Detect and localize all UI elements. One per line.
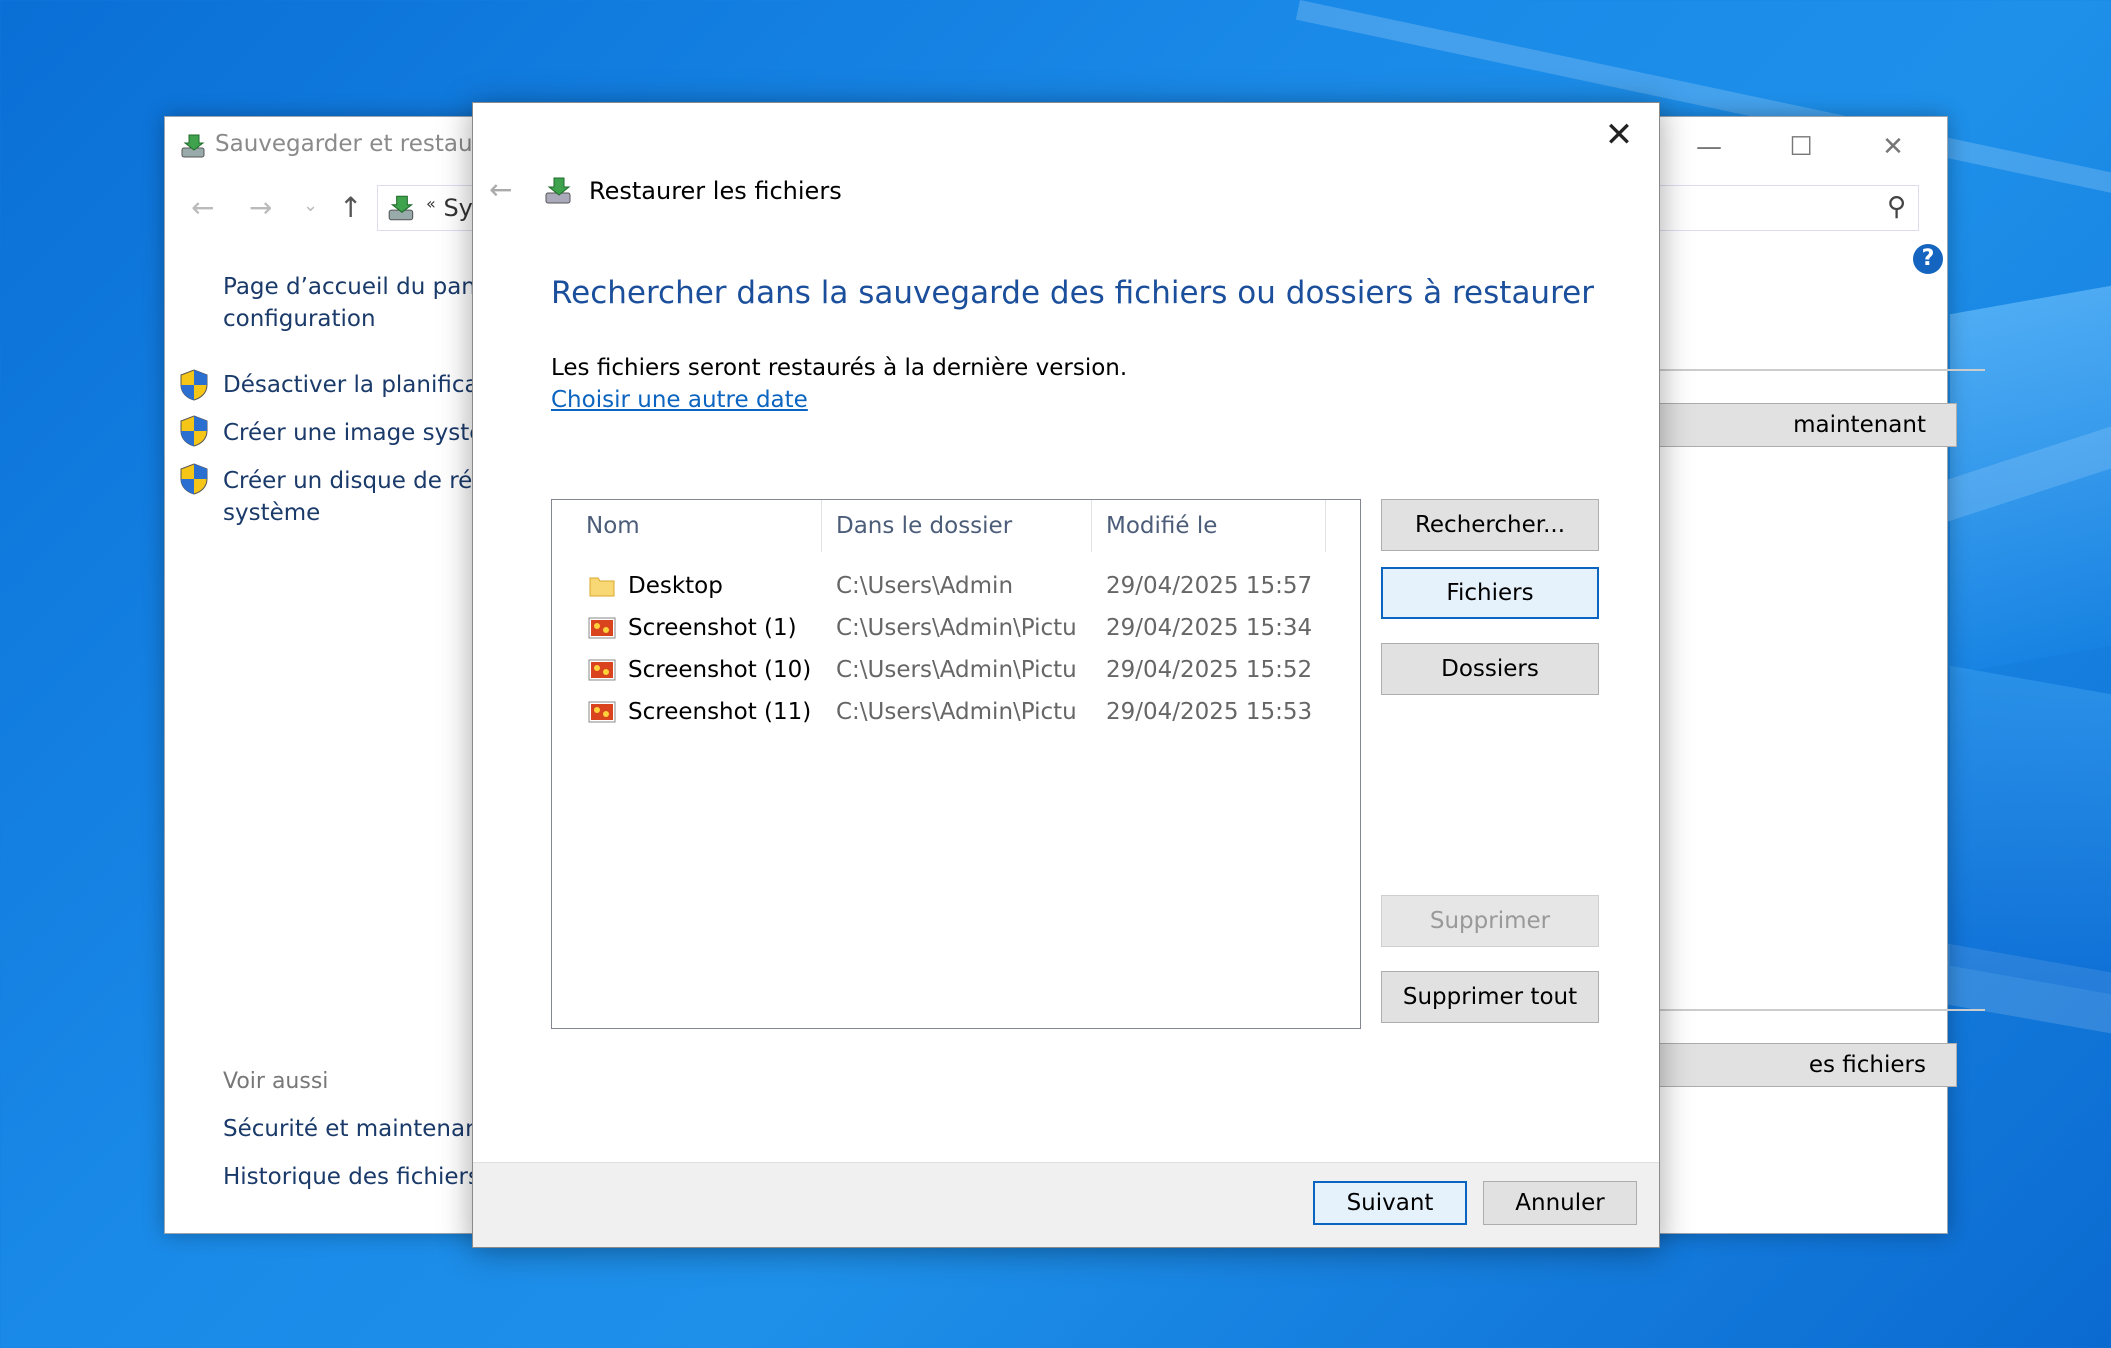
restore-info-text: Les fichiers seront restaurés à la derni… [551,355,1128,381]
cancel-button[interactable]: Annuler [1483,1181,1637,1225]
uac-shield-icon [180,369,208,401]
image-file-icon [588,617,616,639]
up-arrow-icon[interactable]: ↑ [339,191,362,224]
add-folders-button[interactable]: Dossiers [1381,643,1599,695]
window-title: Sauvegarder et restaurer [215,131,506,157]
restore-files-button[interactable]: es fichiers [1625,1043,1957,1087]
choose-date-link[interactable]: Choisir une autre date [551,387,808,413]
breadcrumb-item[interactable]: Sy [443,194,472,222]
file-list[interactable]: Nom Dans le dossier Modifié le Desktop C… [551,499,1361,1029]
close-icon[interactable]: ✕ [1863,127,1923,167]
image-file-icon [588,701,616,723]
uac-shield-icon [180,415,208,447]
address-text: « Sy [426,194,473,222]
wallpaper-window-shape [1950,665,2111,995]
page-heading: Rechercher dans la sauvegarde des fichie… [551,275,1594,311]
file-name: Screenshot (10) [628,657,812,683]
backup-restore-icon [388,195,414,221]
search-button[interactable]: Rechercher... [1381,499,1599,551]
minimize-icon[interactable]: — [1679,127,1739,167]
file-modified: 29/04/2025 15:34 [1106,615,1313,641]
remove-button[interactable]: Supprimer [1381,895,1599,947]
breadcrumb-overflow: « [426,194,436,213]
back-arrow-icon[interactable]: ← [489,173,512,206]
control-panel-home-link[interactable]: Page d’accueil du panne configuration [223,271,505,335]
task-link-repair-disc[interactable]: Créer un disque de répa système [223,465,501,529]
uac-shield-icon [180,463,208,495]
list-item[interactable]: Desktop C:\Users\Admin 29/04/2025 15:57 [552,566,1358,606]
dialog-title: Restaurer les fichiers [589,177,842,205]
file-folder: C:\Users\Admin\Pictu... [836,657,1076,683]
file-modified: 29/04/2025 15:57 [1106,573,1313,599]
close-icon[interactable]: ✕ [1599,115,1639,155]
security-maintenance-link[interactable]: Sécurité et maintenance [223,1113,506,1145]
wallpaper-window-shape [1950,285,2111,675]
list-item[interactable]: Screenshot (1) C:\Users\Admin\Pictu... 2… [552,608,1358,648]
see-also-label: Voir aussi [223,1069,329,1094]
back-arrow-icon[interactable]: ← [191,191,214,224]
file-folder: C:\Users\Admin [836,573,1014,599]
list-item[interactable]: Screenshot (10) C:\Users\Admin\Pictu... … [552,650,1358,690]
recent-locations-icon[interactable]: ⌄ [303,195,318,216]
image-file-icon [588,659,616,681]
restore-icon [545,177,571,204]
forward-arrow-icon[interactable]: → [249,191,272,224]
divider [1655,1009,1985,1011]
file-history-link[interactable]: Historique des fichiers [223,1161,480,1193]
file-folder: C:\Users\Admin\Pictu... [836,699,1076,725]
task-link-system-image[interactable]: Créer une image systèm [223,417,506,449]
divider [1655,369,1985,371]
maximize-icon[interactable]: ☐ [1771,127,1831,167]
remove-all-button[interactable]: Supprimer tout [1381,971,1599,1023]
folder-icon [589,577,615,597]
backup-now-button[interactable]: maintenant [1625,403,1957,447]
file-name: Desktop [628,573,723,599]
help-icon[interactable]: ? [1913,244,1943,274]
file-modified: 29/04/2025 15:53 [1106,699,1313,725]
backup-restore-icon [181,134,205,158]
add-files-button[interactable]: Fichiers [1381,567,1599,619]
next-button[interactable]: Suivant [1313,1181,1467,1225]
task-link-disable-schedule[interactable]: Désactiver la planificatio [223,369,508,401]
file-modified: 29/04/2025 15:52 [1106,657,1313,683]
file-name: Screenshot (1) [628,615,797,641]
column-header-modified[interactable]: Modifié le [1092,500,1326,552]
column-header-folder[interactable]: Dans le dossier [822,500,1092,552]
column-header-name[interactable]: Nom [552,500,822,552]
dialog-footer: Suivant Annuler [473,1162,1659,1247]
file-folder: C:\Users\Admin\Pictu... [836,615,1076,641]
search-icon[interactable]: ⚲ [1887,192,1906,222]
list-item[interactable]: Screenshot (11) C:\Users\Admin\Pictu... … [552,692,1358,732]
file-name: Screenshot (11) [628,699,812,725]
restore-files-dialog: ✕ ← Restaurer les fichiers Rechercher da… [472,102,1660,1248]
